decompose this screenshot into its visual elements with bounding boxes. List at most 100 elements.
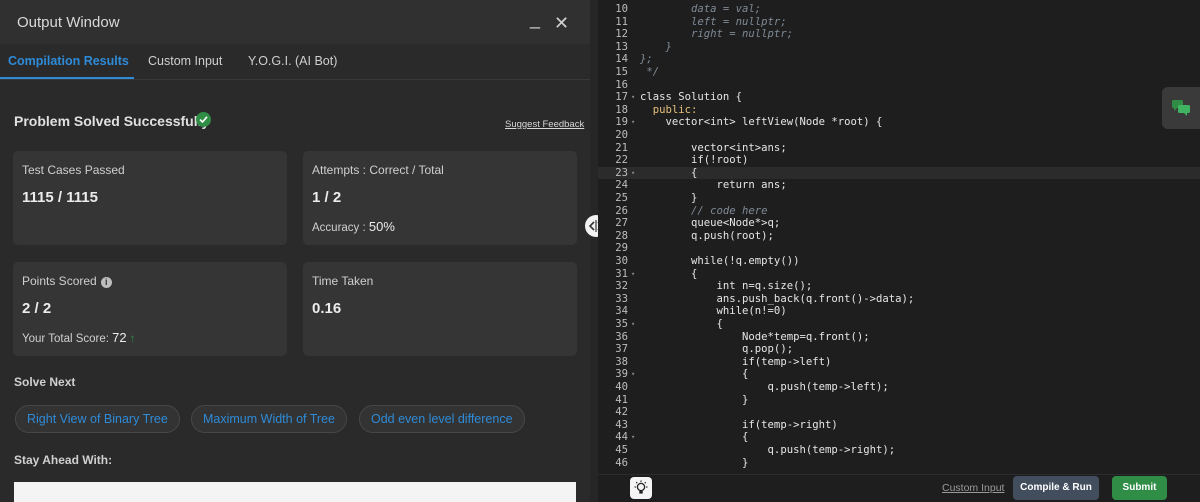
code-editor[interactable]: 10 data = val; 11 left = nullptr; 12 right… [598, 0, 1200, 474]
code-line[interactable]: 22 if(!root) [598, 154, 1200, 167]
stay-ahead-banner [14, 482, 576, 502]
test-cases-card: Test Cases Passed 1115 / 1115 [13, 151, 287, 245]
line-number: 44 [615, 431, 628, 444]
time-label: Time Taken [312, 274, 374, 288]
points-card: Points Scored i 2 / 2 Your Total Score: 7… [13, 262, 287, 356]
code-line[interactable]: 25 } [598, 192, 1200, 205]
tab-custom-input[interactable]: Custom Input [148, 54, 222, 68]
code-line[interactable]: 37 q.pop(); [598, 343, 1200, 356]
code-line[interactable]: 42 [598, 406, 1200, 419]
code-line[interactable]: 33 ans.push_back(q.front()->data); [598, 293, 1200, 306]
code-line[interactable]: 45 q.push(temp->right); [598, 444, 1200, 457]
code-line[interactable]: 27 queue<Node*>q; [598, 217, 1200, 230]
fold-arrow-icon[interactable]: ▾ [631, 318, 635, 331]
code-line[interactable]: 19 ▾ vector<int> leftView(Node *root) { [598, 116, 1200, 129]
output-window: Output Window _ ✕ Compilation Results Cu… [0, 0, 590, 502]
code-line[interactable]: 11 left = nullptr; [598, 16, 1200, 29]
code-line[interactable]: 38 if(temp->left) [598, 356, 1200, 369]
code-line[interactable]: 20 [598, 129, 1200, 142]
line-number: 23 [615, 166, 628, 179]
info-icon[interactable]: i [100, 277, 112, 288]
line-number: 21 [615, 141, 628, 154]
check-circle-icon [196, 112, 211, 127]
code-line[interactable]: 23 ▾ { [598, 166, 1200, 180]
code-text: Node*temp=q.front(); [640, 330, 870, 343]
code-line[interactable]: 43 if(temp->right) [598, 419, 1200, 432]
fold-arrow-icon[interactable]: ▾ [631, 268, 635, 281]
compile-run-button[interactable]: Compile & Run [1013, 476, 1099, 500]
line-number: 19 [615, 116, 628, 129]
line-number: 11 [615, 15, 628, 28]
lightbulb-icon[interactable] [630, 477, 652, 499]
code-line[interactable]: 14}; [598, 53, 1200, 66]
code-line[interactable]: 36 Node*temp=q.front(); [598, 331, 1200, 344]
line-number: 29 [615, 242, 628, 255]
code-line[interactable]: 30 while(!q.empty()) [598, 255, 1200, 268]
code-line[interactable]: 17 ▾ class Solution { [598, 91, 1200, 104]
code-text: right = nullptr; [640, 28, 794, 41]
code-text: q.pop(); [640, 343, 794, 356]
fold-arrow-icon[interactable]: ▾ [631, 167, 635, 180]
test-cases-value: 1115 / 1115 [22, 189, 98, 206]
chat-icon[interactable] [1162, 87, 1200, 129]
line-number: 45 [615, 444, 628, 456]
fold-arrow-icon[interactable]: ▾ [631, 116, 635, 129]
total-score-label: Your Total Score: [22, 333, 109, 345]
code-line[interactable]: 26 // code here [598, 205, 1200, 218]
line-number: 14 [615, 53, 628, 66]
solve-next-item[interactable]: Right View of Binary Tree [15, 405, 180, 433]
code-line[interactable]: 44 ▾ { [598, 431, 1200, 444]
suggest-feedback-link[interactable]: Suggest Feedback [505, 119, 584, 130]
fold-arrow-icon[interactable]: ▾ [631, 368, 635, 381]
code-line[interactable]: 35 ▾ { [598, 318, 1200, 331]
custom-input-link[interactable]: Custom Input [942, 482, 1004, 494]
output-window-title: Output Window [17, 14, 120, 31]
code-line[interactable]: 13 } [598, 41, 1200, 54]
attempts-label: Attempts : Correct / Total [312, 163, 444, 177]
tab-compilation-results[interactable]: Compilation Results [8, 54, 129, 68]
code-text: { [640, 267, 698, 280]
code-line[interactable]: 32 int n=q.size(); [598, 280, 1200, 293]
code-line[interactable]: 39 ▾ { [598, 368, 1200, 381]
code-line[interactable]: 40 q.push(temp->left); [598, 381, 1200, 394]
active-tab-indicator [0, 77, 134, 79]
fold-arrow-icon[interactable]: ▾ [631, 431, 635, 444]
code-text: while(!q.empty()) [640, 255, 800, 267]
fold-arrow-icon[interactable]: ▾ [631, 91, 635, 104]
total-score-row: Your Total Score: 72 ↑ [22, 330, 135, 345]
line-number: 41 [615, 393, 628, 406]
code-line[interactable]: 31 ▾ { [598, 268, 1200, 281]
stay-ahead-title: Stay Ahead With: [14, 453, 113, 467]
code-text: left = nullptr; [640, 15, 787, 28]
accuracy-value: 50% [368, 219, 395, 234]
panel-splitter[interactable] [590, 0, 598, 502]
code-line[interactable]: 41 } [598, 394, 1200, 407]
line-number: 17 [615, 91, 628, 104]
code-line[interactable]: 15 */ [598, 66, 1200, 79]
minimize-icon[interactable]: _ [530, 10, 540, 28]
solve-next-item[interactable]: Odd even level difference [359, 405, 525, 433]
close-icon[interactable]: ✕ [554, 14, 569, 32]
code-line[interactable]: 21 vector<int>ans; [598, 142, 1200, 155]
line-number: 25 [615, 192, 628, 204]
points-label: Points Scored [22, 274, 97, 288]
code-text: { [640, 431, 749, 444]
line-number: 10 [615, 3, 628, 15]
attempts-value: 1 / 2 [312, 189, 342, 206]
code-line[interactable]: 10 data = val; [598, 3, 1200, 16]
editor-footer [598, 474, 1200, 502]
code-line[interactable]: 46 } [598, 457, 1200, 470]
line-number: 32 [615, 280, 628, 293]
submit-button[interactable]: Submit [1112, 476, 1167, 500]
code-line[interactable]: 16 [598, 79, 1200, 92]
code-line[interactable]: 28 q.push(root); [598, 230, 1200, 243]
code-line[interactable]: 29 [598, 242, 1200, 255]
solve-next-item[interactable]: Maximum Width of Tree [191, 405, 347, 433]
code-line[interactable]: 24 return ans; [598, 179, 1200, 192]
line-number: 42 [615, 406, 628, 419]
line-number: 28 [615, 229, 628, 242]
code-line[interactable]: 18 public: [598, 104, 1200, 117]
code-line[interactable]: 12 right = nullptr; [598, 28, 1200, 41]
tab-yogi-ai-bot[interactable]: Y.O.G.I. (AI Bot) [248, 54, 337, 68]
code-line[interactable]: 34 while(n!=0) [598, 305, 1200, 318]
